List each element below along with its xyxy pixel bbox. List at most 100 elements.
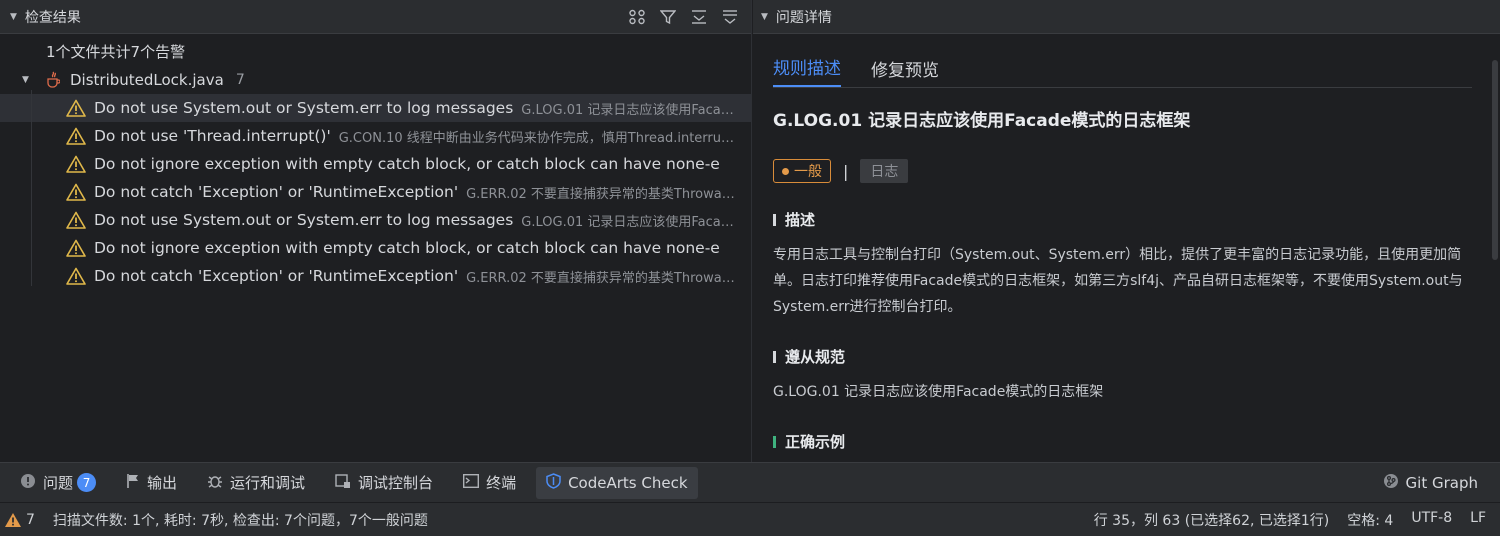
tab-label: CodeArts Check — [568, 473, 688, 492]
warning-message: Do not ignore exception with empty catch… — [94, 239, 720, 257]
bug-icon — [207, 473, 223, 493]
panel-title: 检查结果 — [24, 9, 81, 26]
severity-badge: 一般 — [773, 159, 831, 183]
warning-message: Do not catch 'Exception' or 'RuntimeExce… — [94, 267, 459, 285]
tab-label: 运行和调试 — [230, 474, 306, 492]
warning-message: Do not use System.out or System.err to l… — [94, 99, 514, 117]
java-file-icon — [42, 71, 64, 89]
results-summary: 1个文件共计7个告警 — [46, 43, 186, 61]
warning-rule: G.LOG.01 记录日志应该使用Facade模式的日志框架 — [521, 102, 737, 118]
tab-label: 输出 — [147, 474, 178, 492]
warning-icon — [5, 512, 21, 527]
git-graph-icon — [1383, 473, 1399, 493]
git-graph-button[interactable]: Git Graph — [1373, 467, 1488, 499]
warning-icon — [66, 127, 86, 145]
chevron-down-icon[interactable]: ▼ — [22, 75, 42, 85]
warning-icon — [66, 183, 86, 201]
warning-icon — [66, 211, 86, 229]
line-ending[interactable]: LF — [1470, 510, 1486, 530]
shield-icon — [546, 472, 561, 493]
category-badge: 日志 — [860, 159, 909, 183]
section-title-text: 正确示例 — [785, 433, 846, 451]
warning-icon — [66, 239, 86, 257]
warning-icon — [66, 267, 86, 285]
status-bar: 7 扫描文件数: 1个, 耗时: 7秒, 检查出: 7个问题，7个一般问题 行 … — [0, 502, 1500, 536]
inspection-results-panel: ▼ 检查结果 1个文件共计7个告警 ▼ DistributedLock.java — [0, 0, 752, 462]
results-tree: 1个文件共计7个告警 ▼ DistributedLock.java 7 Do n… — [0, 34, 751, 290]
tool-window-bar: 问题 7 输出 运行和调试 调试控制台 终端 CodeArts Check Gi… — [0, 462, 1500, 502]
tree-file-node[interactable]: ▼ DistributedLock.java 7 — [0, 66, 751, 94]
issue-details-panel: ▼ 问题详情 规则描述 修复预览 G.LOG.01 记录日志应该使用Facade… — [753, 0, 1500, 462]
description-text: 专用日志工具与控制台打印（System.out、System.err）相比，提供… — [773, 247, 1463, 315]
section-marker-icon — [773, 350, 776, 363]
warning-item[interactable]: Do not use 'Thread.interrupt()' G.CON.10… — [0, 122, 751, 150]
tab-fix-preview[interactable]: 修复预览 — [871, 56, 939, 87]
severity-dot-icon — [782, 167, 789, 175]
section-title-text: 描述 — [785, 211, 816, 229]
section-title-text: 遵从规范 — [785, 348, 846, 366]
inspection-results-header: ▼ 检查结果 — [0, 0, 751, 34]
tab-terminal[interactable]: 终端 — [453, 467, 526, 499]
problems-icon — [20, 473, 36, 493]
warning-icon — [66, 99, 86, 117]
expand-all-icon[interactable] — [685, 4, 712, 30]
rule-title: G.LOG.01 记录日志应该使用Facade模式的日志框架 — [773, 111, 1191, 131]
tab-label: 问题 — [43, 474, 74, 492]
tab-label: Git Graph — [1405, 473, 1478, 492]
filter-icon[interactable] — [654, 4, 681, 30]
warning-item[interactable]: Do not ignore exception with empty catch… — [0, 150, 751, 178]
warning-item[interactable]: Do not ignore exception with empty catch… — [0, 234, 751, 262]
panel-title: 问题详情 — [775, 9, 832, 26]
warning-message: Do not catch 'Exception' or 'RuntimeExce… — [94, 183, 459, 201]
tree-indent-guide — [31, 90, 32, 286]
issue-details-header: ▼ 问题详情 — [753, 0, 1500, 34]
warning-item[interactable]: Do not catch 'Exception' or 'RuntimeExce… — [0, 262, 751, 290]
warning-item[interactable]: Do not catch 'Exception' or 'RuntimeExce… — [0, 178, 751, 206]
status-right-group: 行 35，列 63 (已选择62, 已选择1行) 空格: 4 UTF-8 LF — [1094, 510, 1500, 530]
warning-rule: G.ERR.02 不要直接捕获异常的基类Throwable、Exception、… — [466, 186, 737, 202]
tab-problems[interactable]: 问题 7 — [10, 467, 106, 499]
warning-icon — [66, 155, 86, 173]
section-title-correct-example: 正确示例 — [773, 431, 1480, 452]
section-title-compliance: 遵从规范 — [773, 346, 1480, 367]
issue-detail-content: 规则描述 修复预览 G.LOG.01 记录日志应该使用Facade模式的日志框架… — [753, 34, 1500, 452]
tab-debug-console[interactable]: 调试控制台 — [325, 467, 443, 499]
header-tools — [623, 4, 751, 30]
tab-output[interactable]: 输出 — [116, 467, 187, 499]
tag-separator: | — [843, 161, 849, 181]
tab-run-debug[interactable]: 运行和调试 — [197, 467, 315, 499]
detail-tabs: 规则描述 修复预览 — [773, 34, 1472, 88]
scan-info: 扫描文件数: 1个, 耗时: 7秒, 检查出: 7个问题，7个一般问题 — [52, 512, 428, 529]
collapse-caret-icon[interactable]: ▼ — [10, 12, 17, 22]
warning-rule: G.CON.10 线程中断由业务代码来协作完成，慎用Thread.interru… — [338, 130, 737, 146]
status-warning-indicator[interactable]: 7 — [0, 512, 35, 528]
group-icon[interactable] — [623, 4, 650, 30]
status-warning-count: 7 — [26, 511, 35, 528]
compliance-rule-text: G.LOG.01 记录日志应该使用Facade模式的日志框架 — [773, 384, 1104, 400]
terminal-icon — [463, 473, 480, 492]
problems-count-badge: 7 — [77, 473, 97, 492]
debug-console-icon — [335, 473, 351, 493]
file-encoding[interactable]: UTF-8 — [1411, 510, 1452, 530]
section-marker-icon — [773, 213, 776, 226]
warning-rule: G.LOG.01 记录日志应该使用Facade模式的日志框架 — [521, 214, 737, 230]
warning-message: Do not use 'Thread.interrupt()' — [94, 127, 331, 145]
cursor-position[interactable]: 行 35，列 63 (已选择62, 已选择1行) — [1094, 510, 1330, 530]
warning-item[interactable]: Do not use System.out or System.err to l… — [0, 94, 751, 122]
flag-icon — [126, 473, 140, 493]
indentation[interactable]: 空格: 4 — [1347, 510, 1393, 530]
warning-item[interactable]: Do not use System.out or System.err to l… — [0, 206, 751, 234]
tab-rule-description[interactable]: 规则描述 — [773, 54, 841, 87]
warning-message: Do not ignore exception with empty catch… — [94, 155, 720, 173]
warning-message: Do not use System.out or System.err to l… — [94, 211, 514, 229]
collapse-all-icon[interactable] — [716, 4, 743, 30]
file-name: DistributedLock.java — [70, 71, 224, 89]
detail-scrollbar[interactable] — [1492, 60, 1498, 260]
tab-codearts-check[interactable]: CodeArts Check — [536, 466, 698, 499]
section-marker-icon — [773, 435, 776, 448]
file-warning-count: 7 — [235, 72, 245, 88]
collapse-caret-icon[interactable]: ▼ — [761, 12, 768, 22]
warning-rule: G.ERR.02 不要直接捕获异常的基类Throwable、Exception、… — [466, 270, 737, 286]
tab-label: 终端 — [486, 474, 517, 492]
tab-label: 调试控制台 — [358, 474, 434, 492]
